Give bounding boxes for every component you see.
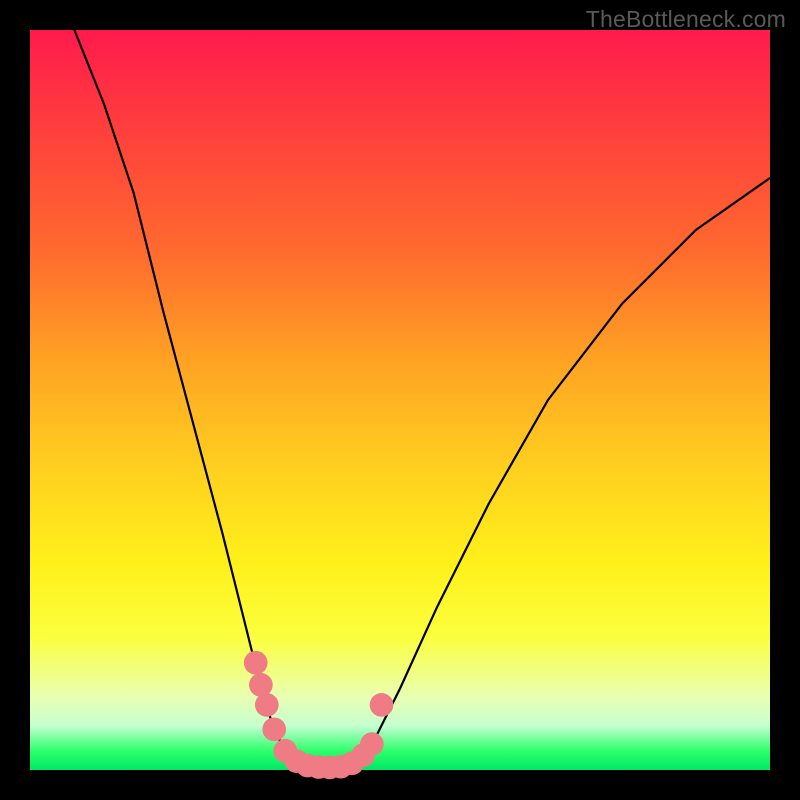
data-marker [262, 717, 286, 741]
chart-frame: TheBottleneck.com [0, 0, 800, 800]
marker-group [244, 651, 393, 779]
bottleneck-curve [74, 30, 770, 768]
chart-overlay [30, 30, 770, 770]
data-marker [370, 693, 394, 717]
plot-area [30, 30, 770, 770]
data-marker [249, 673, 273, 697]
data-marker [360, 732, 384, 756]
data-marker [255, 693, 279, 717]
data-marker [244, 651, 268, 675]
watermark-text: TheBottleneck.com [586, 6, 786, 33]
